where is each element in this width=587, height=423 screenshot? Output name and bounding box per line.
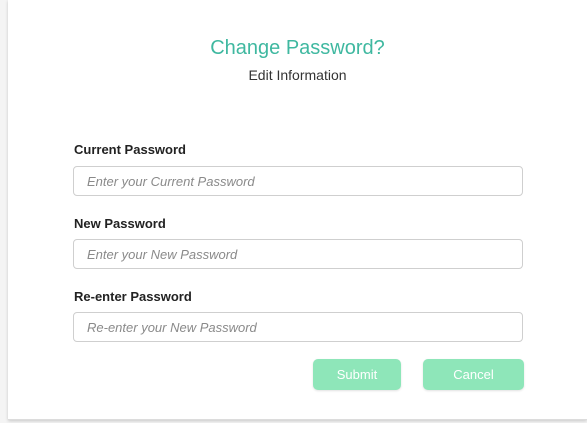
reenter-password-label: Re-enter Password xyxy=(74,289,192,304)
submit-button[interactable]: Submit xyxy=(313,359,401,390)
current-password-input[interactable] xyxy=(73,166,523,196)
change-password-card: Change Password? Edit Information Curren… xyxy=(8,0,587,420)
reenter-password-input[interactable] xyxy=(73,312,523,342)
new-password-input[interactable] xyxy=(73,239,523,269)
cancel-button[interactable]: Cancel xyxy=(423,359,524,390)
current-password-label: Current Password xyxy=(74,142,186,157)
page-title: Change Password? xyxy=(210,37,385,59)
new-password-label: New Password xyxy=(74,216,166,231)
page-subtitle: Edit Information xyxy=(248,67,347,83)
